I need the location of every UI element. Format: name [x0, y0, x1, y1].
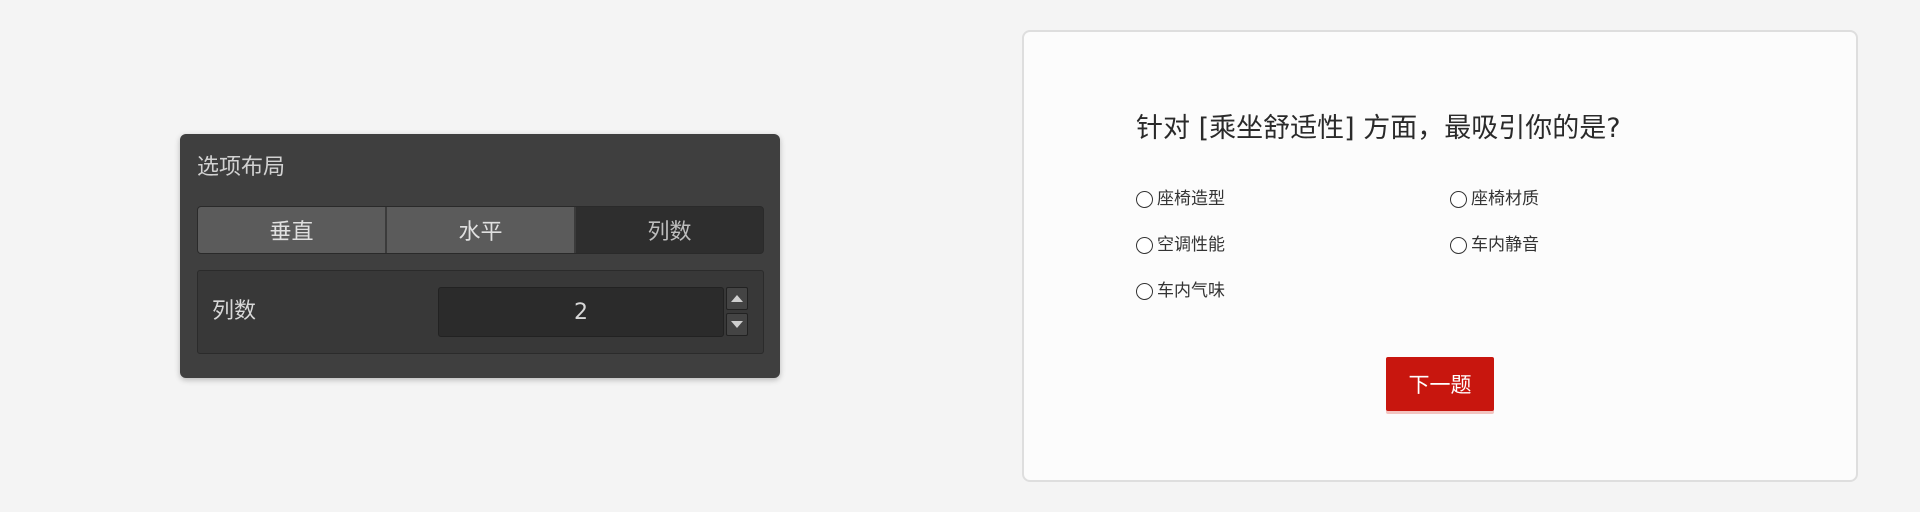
decrement-button[interactable]: [726, 313, 748, 336]
option-cabin-quietness[interactable]: 车内静音: [1450, 234, 1539, 256]
segment-horizontal[interactable]: 水平: [385, 207, 574, 253]
radio-button[interactable]: [1450, 190, 1467, 208]
radio-button[interactable]: [1136, 236, 1153, 254]
option-label: 空调性能: [1157, 235, 1225, 255]
layout-segmented-control: 垂直 水平 列数: [197, 206, 764, 254]
radio-button[interactable]: [1136, 190, 1153, 208]
next-question-button[interactable]: 下一题: [1386, 357, 1494, 411]
columns-label: 列数: [212, 299, 257, 324]
option-label: 车内气味: [1157, 281, 1225, 301]
option-ac-performance[interactable]: 空调性能: [1136, 234, 1225, 256]
segment-vertical[interactable]: 垂直: [198, 207, 385, 253]
columns-input[interactable]: 2: [438, 287, 724, 337]
columns-setting: 列数 2: [197, 270, 764, 354]
triangle-down-icon: [731, 321, 743, 328]
increment-button[interactable]: [726, 287, 748, 310]
option-layout-panel: 选项布局 垂直 水平 列数 列数 2: [180, 134, 780, 378]
option-seat-material[interactable]: 座椅材质: [1450, 188, 1539, 210]
radio-button[interactable]: [1450, 236, 1467, 254]
segment-columns[interactable]: 列数: [574, 207, 763, 253]
question-title: 针对 [乘坐舒适性] 方面，最吸引你的是?: [1136, 113, 1621, 144]
panel-title: 选项布局: [197, 155, 286, 180]
radio-button[interactable]: [1136, 282, 1153, 300]
option-label: 座椅材质: [1471, 189, 1539, 209]
option-cabin-odor[interactable]: 车内气味: [1136, 280, 1225, 302]
option-label: 车内静音: [1471, 235, 1539, 255]
question-card: 针对 [乘坐舒适性] 方面，最吸引你的是? 座椅造型 座椅材质 空调性能 车内静…: [1022, 30, 1858, 482]
option-seat-shape[interactable]: 座椅造型: [1136, 188, 1225, 210]
columns-stepper: [726, 287, 748, 337]
triangle-up-icon: [731, 295, 743, 302]
option-label: 座椅造型: [1157, 189, 1225, 209]
page: 选项布局 垂直 水平 列数 列数 2 针对 [乘坐舒适性] 方面，最吸引你的是?…: [0, 0, 1920, 512]
